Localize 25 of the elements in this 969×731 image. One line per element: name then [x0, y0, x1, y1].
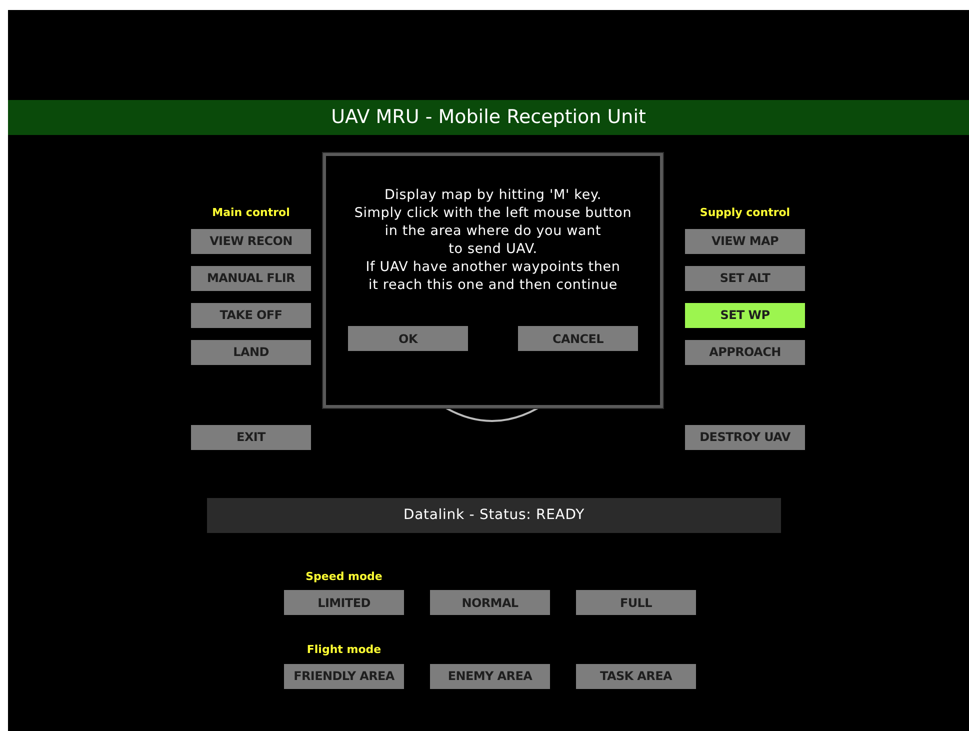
control-button[interactable]: TASK AREA [576, 664, 696, 688]
control-button[interactable]: LAND [191, 340, 311, 364]
section-label: Flight mode [306, 642, 382, 658]
section-label: Main control [212, 205, 290, 221]
section-label: Speed mode [306, 568, 382, 584]
control-button[interactable]: DESTROY UAV [685, 424, 805, 450]
control-button[interactable]: VIEW RECON [191, 228, 311, 254]
control-button[interactable]: OK [348, 326, 468, 351]
control-button[interactable]: CANCEL [518, 326, 638, 351]
dialog-message: Display map by hitting 'M' key. Simply click with the left mouse button in the area where do you want to send UAV. If UAV have another waypoints then it reach this one and then continue [354, 186, 632, 294]
control-button[interactable]: SET WP [685, 302, 805, 328]
section-label: Supply control [700, 205, 790, 221]
app-title: UAV MRU - Mobile Reception Unit [331, 105, 646, 130]
control-button[interactable]: NORMAL [430, 590, 550, 615]
control-button[interactable]: SET ALT [685, 266, 805, 290]
control-button[interactable]: MANUAL FLIR [191, 266, 311, 290]
control-button[interactable]: EXIT [191, 424, 311, 450]
control-button[interactable]: ENEMY AREA [430, 664, 550, 688]
control-button[interactable]: FULL [576, 590, 696, 615]
control-button[interactable]: TAKE OFF [191, 302, 311, 328]
status-text: Datalink - Status: READY [403, 506, 585, 524]
control-button[interactable]: VIEW MAP [685, 228, 805, 254]
control-button[interactable]: LIMITED [284, 590, 404, 615]
control-button[interactable]: FRIENDLY AREA [284, 664, 404, 688]
control-button[interactable]: APPROACH [685, 340, 805, 364]
